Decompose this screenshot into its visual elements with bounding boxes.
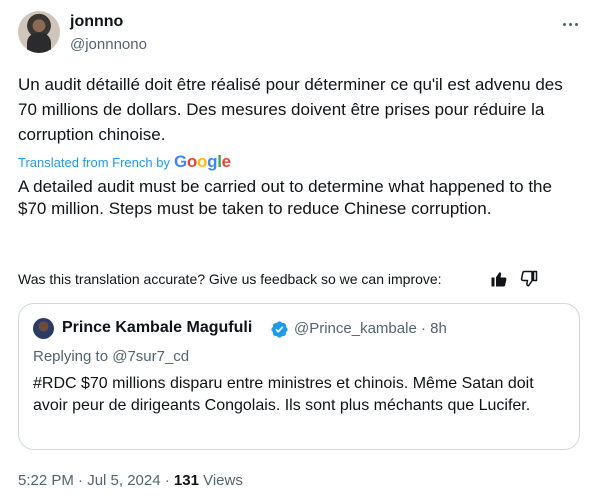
quoted-author-name[interactable]: Prince Kambale Magufuli [62,319,252,337]
translated-from-label: Translated from French by [18,154,170,170]
author-display-name[interactable]: jonnno [70,13,123,31]
quoted-author-avatar[interactable] [33,318,54,339]
translation-feedback-prompt: Was this translation accurate? Give us f… [18,271,442,287]
google-letter: e [221,152,231,171]
views-count: 131 [173,472,199,489]
quoted-tweet-text: #RDC $70 millions disparu entre ministre… [33,375,534,414]
thumbs-down-icon[interactable] [520,270,538,288]
replying-to-label: Replying to [33,348,113,365]
quoted-replying-to: Replying to @7sur7_cd [33,348,189,365]
ellipsis-dot [574,22,578,26]
google-letter: o [186,152,197,171]
tweet-translation-text: A detailed audit must be carried out to … [18,177,552,218]
google-letter: g [207,152,218,171]
author-handle[interactable]: @jonnnono [70,36,147,53]
translation-attribution[interactable]: Translated from French by Google [18,153,231,171]
replying-to-mention[interactable]: @7sur7_cd [112,348,189,365]
more-options-button[interactable] [557,14,583,34]
verified-badge-icon [271,321,288,338]
ellipsis-dot [568,22,572,26]
quoted-tweet[interactable]: Prince Kambale Magufuli @Prince_kambale … [18,303,580,450]
avatar-figure [27,33,51,53]
views-label: Views [198,472,243,489]
tweet-metadata: 5:22 PM · Jul 5, 2024 · 131 Views [18,472,243,489]
google-logo: Google [174,153,231,171]
tweet-timestamp[interactable]: 5:22 PM · Jul 5, 2024 · [18,472,174,489]
ellipsis-horizontal-icon [562,22,566,26]
thumbs-up-icon[interactable] [490,270,508,288]
google-letter: G [173,152,187,171]
google-letter: o [197,152,208,171]
tweet-card: jonnno @jonnnono Un audit détaillé doit … [0,0,598,499]
tweet-original-text: Un audit détaillé doit être réalisé pour… [18,75,563,144]
author-avatar[interactable] [18,11,60,53]
quoted-handle-time[interactable]: @Prince_kambale · 8h [294,320,447,337]
